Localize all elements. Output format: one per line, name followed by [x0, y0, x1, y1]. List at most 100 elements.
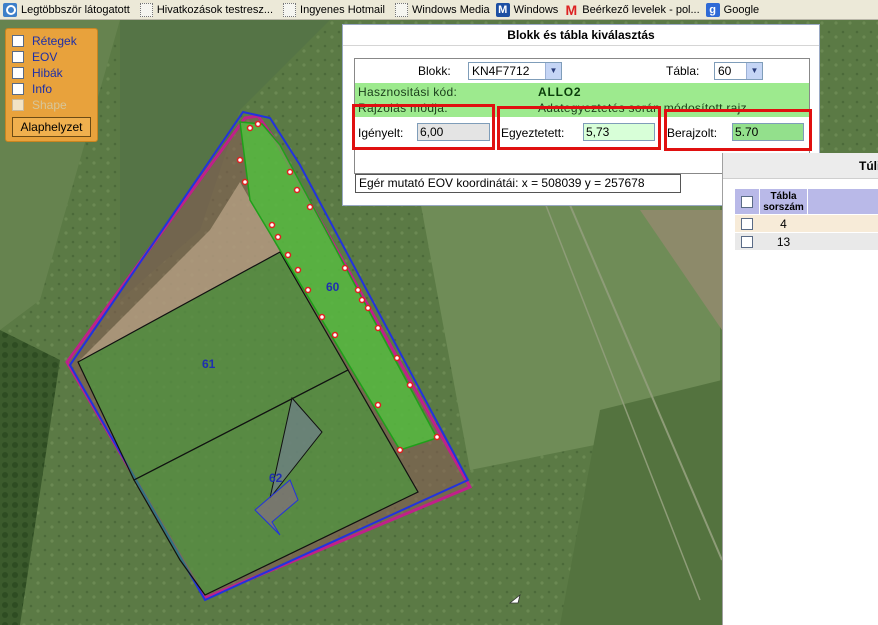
vertex-point	[236, 156, 244, 164]
bookmark-windows-media[interactable]: Windows Media	[392, 0, 493, 19]
blokk-row: Blokk: KN4F7712 ▼ Tábla: 60 ▼	[355, 59, 809, 83]
page-icon	[139, 2, 153, 17]
layer-eov[interactable]: EOV	[12, 49, 91, 65]
bookmark-windows[interactable]: M Windows	[493, 0, 562, 19]
table-row[interactable]: 4	[734, 214, 878, 233]
highlight-igenyelt	[352, 104, 495, 150]
bookmark-label: Windows	[513, 3, 559, 16]
right-panel-title: Túli	[723, 153, 878, 179]
layer-label: Info	[32, 82, 53, 96]
parcel-table: Tábla sorszám 4 13	[734, 188, 878, 251]
row-checkbox-cell	[734, 232, 760, 251]
highlight-berajzolt	[664, 109, 812, 151]
bookmark-label: Beérkező levelek - pol...	[582, 3, 700, 16]
vertex-point	[241, 178, 249, 186]
vertex-point	[274, 233, 282, 241]
vertex-point	[406, 381, 414, 389]
right-panel: Túli Tábla sorszám 4 13	[722, 153, 878, 625]
bookmarks-toolbar: Legtöbbször látogatott Hivatkozások test…	[0, 0, 878, 20]
vertex-point	[268, 221, 276, 229]
tabla-select-value: 60	[718, 64, 732, 78]
layer-checkbox[interactable]	[12, 83, 24, 95]
layer-label: EOV	[32, 50, 58, 64]
highlight-egyeztetett	[497, 106, 661, 150]
select-all-checkbox[interactable]	[741, 195, 753, 208]
column-header-tabla: Tábla sorszám	[759, 188, 808, 215]
vertex-point	[284, 251, 292, 259]
row-checkbox[interactable]	[741, 217, 753, 230]
vertex-point	[358, 296, 366, 304]
bookmark-inbox[interactable]: M Beérkező levelek - pol...	[561, 0, 702, 19]
layer-checkbox	[12, 99, 24, 111]
layer-checkbox[interactable]	[12, 67, 24, 79]
vertex-point	[254, 120, 262, 128]
vertex-point	[374, 324, 382, 332]
row-checkbox[interactable]	[741, 235, 753, 248]
table-header-row: Tábla sorszám	[734, 188, 878, 215]
layer-label: Rétegek	[32, 34, 77, 48]
layer-label: Hibák	[32, 66, 63, 80]
parcel-62-label: 62	[269, 471, 283, 485]
chevron-down-icon[interactable]: ▼	[746, 63, 762, 79]
table-row[interactable]: 13	[734, 232, 878, 251]
vertex-point	[331, 331, 339, 339]
layer-checkbox[interactable]	[12, 51, 24, 63]
blokk-select-value: KN4F7712	[472, 64, 530, 78]
vertex-point	[318, 313, 326, 321]
row-checkbox-cell	[734, 214, 760, 233]
hasznositasi-label: Hasznositási kód:	[358, 85, 458, 99]
layer-panel: Rétegek EOV Hibák Info Shape Alaphelyzet	[5, 28, 98, 142]
column-header-extra	[807, 188, 878, 215]
page-icon	[395, 2, 409, 17]
bookmark-hotmail[interactable]: Ingyenes Hotmail	[280, 0, 388, 19]
vertex-point	[393, 354, 401, 362]
vertex-point	[246, 124, 254, 132]
blokk-select[interactable]: KN4F7712 ▼	[468, 62, 562, 80]
eov-coordinates: Egér mutató EOV koordinátái: x = 508039 …	[355, 174, 681, 193]
parcel-60-label: 60	[326, 280, 340, 294]
tabla-label: Tábla:	[666, 64, 700, 78]
row-extra	[807, 232, 878, 251]
layer-info[interactable]: Info	[12, 81, 91, 97]
bookmark-most-visited[interactable]: Legtöbbször látogatott	[0, 0, 133, 19]
select-all-cell	[734, 188, 760, 215]
bookmark-label: Legtöbbször látogatott	[21, 3, 130, 16]
bookmark-google[interactable]: g Google	[703, 0, 762, 19]
blokk-label: Blokk:	[418, 64, 451, 78]
gmail-icon: M	[565, 1, 578, 18]
layer-checkbox[interactable]	[12, 35, 24, 47]
chevron-down-icon[interactable]: ▼	[545, 63, 561, 79]
bookmark-label: Google	[723, 3, 760, 16]
vertex-point	[294, 266, 302, 274]
bookmark-label: Hivatkozások testresz...	[156, 3, 274, 16]
bookmark-label: Windows Media	[412, 3, 490, 16]
vertex-point	[304, 286, 312, 294]
bookmark-label: Ingyenes Hotmail	[300, 3, 386, 16]
page-icon	[283, 2, 297, 17]
row-tabla: 4	[759, 214, 808, 233]
parcel-61-label: 61	[202, 357, 216, 371]
vertex-point	[341, 264, 349, 272]
tabla-select[interactable]: 60 ▼	[714, 62, 763, 80]
hasznositasi-value: ALLO2	[538, 85, 582, 99]
search-icon	[3, 2, 17, 17]
reset-button[interactable]: Alaphelyzet	[12, 117, 91, 137]
row-extra	[807, 214, 878, 233]
layer-label: Shape	[32, 98, 67, 112]
column-header-line1: Tábla	[770, 190, 797, 202]
vertex-point	[364, 304, 372, 312]
bookmark-customize-links[interactable]: Hivatkozások testresz...	[137, 0, 276, 19]
vertex-point	[396, 446, 404, 454]
layer-shape: Shape	[12, 97, 91, 113]
vertex-point	[306, 203, 314, 211]
dialog-title: Blokk és tábla kiválasztás	[343, 25, 819, 46]
google-icon: g	[705, 2, 720, 17]
layer-retegek[interactable]: Rétegek	[12, 33, 91, 49]
vertex-point	[374, 401, 382, 409]
layer-hibak[interactable]: Hibák	[12, 65, 91, 81]
vertex-point	[354, 286, 362, 294]
vertex-point	[293, 186, 301, 194]
windows-icon: M	[495, 2, 510, 17]
vertex-point	[286, 168, 294, 176]
vertex-point	[433, 433, 441, 441]
